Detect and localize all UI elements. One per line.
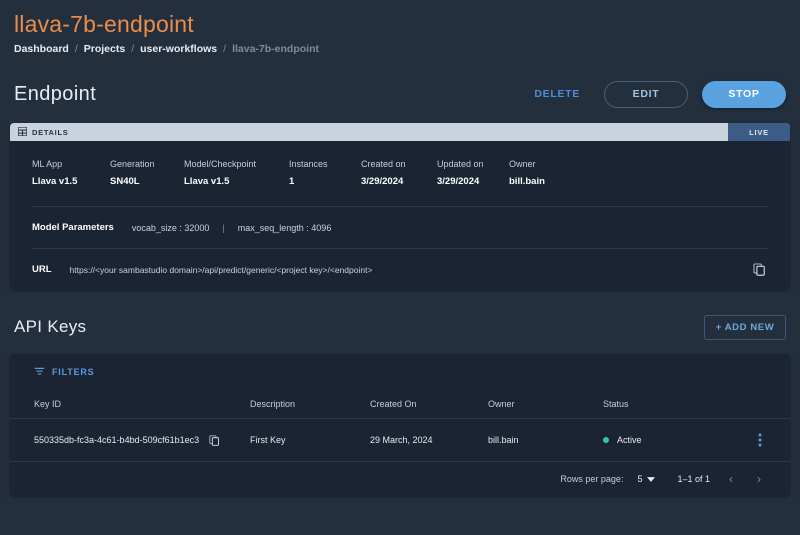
- cell-status: Active: [603, 418, 754, 462]
- spec-value: SN40L: [110, 176, 140, 187]
- filter-icon: [34, 366, 45, 379]
- grid-icon: [17, 125, 28, 138]
- api-keys-table-card: FILTERS Key ID Description Created On Ow…: [10, 354, 790, 496]
- model-parameters-row: Model Parameters vocab_size : 32000 | ma…: [32, 207, 768, 248]
- spec-value: bill.bain: [509, 176, 545, 187]
- cell-description: First Key: [250, 418, 370, 462]
- pagination: Rows per page: 5 1–1 of 1 ‹ ›: [10, 462, 790, 496]
- key-id-wrapper: 550335db-fc3a-4c61-b4bd-509cf61b1ec3: [34, 433, 250, 448]
- column-header-key-id: Key ID: [10, 390, 250, 419]
- cell-actions: [754, 418, 790, 462]
- breadcrumb: Dashboard / Projects / user-workflows / …: [14, 43, 786, 55]
- url-value: https://<your sambastudio domain>/api/pr…: [69, 264, 373, 275]
- copy-icon: [209, 434, 220, 449]
- page-header: llava-7b-endpoint Dashboard / Projects /…: [0, 0, 800, 55]
- title-row: Endpoint DELETE EDIT STOP: [0, 77, 800, 111]
- status-label: Active: [617, 435, 642, 445]
- cell-created-on: 29 March, 2024: [370, 418, 488, 462]
- param-max-seq-length: max_seq_length : 4096: [237, 222, 332, 233]
- spec-value: 3/29/2024: [437, 176, 480, 187]
- rows-per-page-select[interactable]: 5: [637, 474, 656, 484]
- add-new-button[interactable]: + ADD NEW: [704, 314, 786, 340]
- next-page-button[interactable]: ›: [752, 471, 766, 487]
- column-header-owner: Owner: [488, 390, 603, 419]
- model-parameters-values: vocab_size : 32000 | max_seq_length : 40…: [132, 223, 331, 233]
- stop-button[interactable]: STOP: [702, 80, 786, 108]
- status-dot-icon: [603, 437, 609, 443]
- delete-button[interactable]: DELETE: [524, 82, 590, 106]
- spec-instances: Instances 1: [289, 159, 361, 187]
- tab-details-label: DETAILS: [32, 127, 69, 137]
- spec-ml-app: ML App Llava v1.5: [32, 159, 110, 187]
- kebab-menu-icon: [758, 433, 762, 450]
- copy-icon: [753, 263, 766, 279]
- copy-key-id-button[interactable]: [207, 433, 222, 448]
- param-separator: |: [222, 222, 225, 233]
- spec-label: Generation: [110, 159, 155, 169]
- page-range-label: 1–1 of 1: [677, 474, 710, 484]
- api-keys-table: Key ID Description Created On Owner Stat…: [10, 390, 790, 462]
- column-header-created-on: Created On: [370, 390, 488, 419]
- spec-generation: Generation SN40L: [110, 159, 184, 187]
- details-card: DETAILS LIVE ML App Llava v1.5 Generatio…: [10, 123, 790, 290]
- spec-model-checkpoint: Model/Checkpoint Llava v1.5: [184, 159, 289, 187]
- spec-created-on: Created on 3/29/2024: [361, 159, 437, 187]
- column-header-actions: [754, 390, 790, 419]
- row-menu-button[interactable]: [754, 431, 766, 449]
- cell-key-id: 550335db-fc3a-4c61-b4bd-509cf61b1ec3: [10, 418, 250, 462]
- spec-label: Created on: [361, 159, 406, 169]
- spec-label: Model/Checkpoint: [184, 159, 257, 169]
- app-title: llava-7b-endpoint: [14, 11, 194, 37]
- live-status-badge[interactable]: LIVE: [728, 123, 790, 141]
- status-badge: Active: [603, 435, 754, 445]
- api-keys-title: API Keys: [14, 317, 87, 336]
- spec-value: Llava v1.5: [32, 176, 78, 187]
- column-header-status: Status: [603, 390, 754, 419]
- filters-row: FILTERS: [10, 354, 790, 390]
- breadcrumb-separator: /: [223, 43, 227, 55]
- spec-label: Instances: [289, 159, 328, 169]
- spec-row: ML App Llava v1.5 Generation SN40L Model…: [32, 159, 768, 187]
- spec-label: Updated on: [437, 159, 484, 169]
- breadcrumb-separator: /: [74, 43, 78, 55]
- tabbar-spacer: [76, 123, 728, 141]
- table-header-row: Key ID Description Created On Owner Stat…: [10, 390, 790, 419]
- table-row[interactable]: 550335db-fc3a-4c61-b4bd-509cf61b1ec3 Fir…: [10, 418, 790, 462]
- breadcrumb-item-user-workflows[interactable]: user-workflows: [140, 43, 217, 55]
- breadcrumb-item-current: llava-7b-endpoint: [232, 43, 320, 55]
- spec-owner: Owner bill.bain: [509, 159, 545, 187]
- action-buttons: DELETE EDIT STOP: [524, 80, 786, 108]
- details-body: ML App Llava v1.5 Generation SN40L Model…: [10, 141, 790, 290]
- copy-url-button[interactable]: [751, 261, 768, 278]
- spec-label: ML App: [32, 159, 63, 169]
- chevron-down-icon: [647, 474, 656, 484]
- cell-owner: bill.bain: [488, 418, 603, 462]
- api-keys-header: API Keys + ADD NEW: [14, 312, 786, 342]
- key-id-value: 550335db-fc3a-4c61-b4bd-509cf61b1ec3: [34, 435, 200, 445]
- breadcrumb-separator: /: [131, 43, 135, 55]
- spec-value: Llava v1.5: [184, 176, 230, 187]
- model-parameters-label: Model Parameters: [32, 222, 114, 233]
- edit-button[interactable]: EDIT: [604, 80, 688, 108]
- page-title: Endpoint: [14, 82, 97, 105]
- spec-value: 1: [289, 176, 295, 187]
- filters-button[interactable]: FILTERS: [34, 362, 94, 383]
- rows-per-page-value: 5: [637, 474, 643, 484]
- rows-per-page-label: Rows per page:: [560, 474, 624, 484]
- filters-label: FILTERS: [52, 367, 95, 377]
- table-head: Key ID Description Created On Owner Stat…: [10, 390, 790, 419]
- column-header-description: Description: [250, 390, 370, 419]
- previous-page-button[interactable]: ‹: [724, 471, 738, 487]
- breadcrumb-item-projects[interactable]: Projects: [84, 43, 125, 55]
- details-tabbar: DETAILS LIVE: [10, 123, 790, 141]
- url-label: URL: [32, 264, 52, 275]
- param-vocab-size: vocab_size : 32000: [131, 222, 210, 233]
- table-body: 550335db-fc3a-4c61-b4bd-509cf61b1ec3 Fir…: [10, 418, 790, 462]
- spec-value: 3/29/2024: [361, 176, 404, 187]
- spec-updated-on: Updated on 3/29/2024: [437, 159, 509, 187]
- spec-label: Owner: [509, 159, 536, 169]
- breadcrumb-item-dashboard[interactable]: Dashboard: [14, 43, 69, 55]
- url-row: URL https://<your sambastudio domain>/ap…: [32, 249, 768, 290]
- tab-details[interactable]: DETAILS: [10, 123, 76, 141]
